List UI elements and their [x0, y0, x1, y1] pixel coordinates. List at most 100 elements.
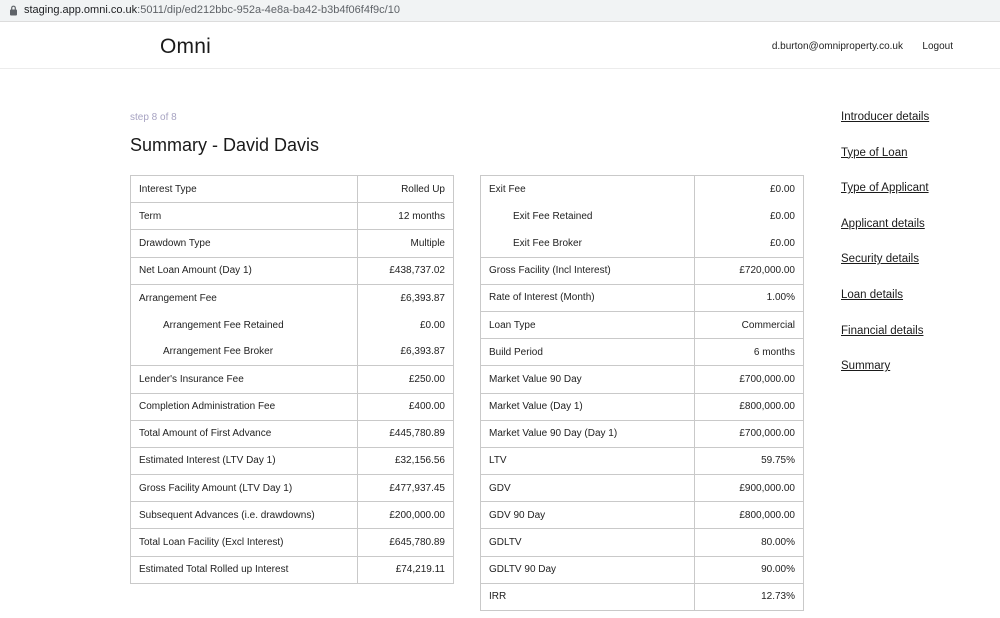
row-label: GDLTV [480, 528, 695, 557]
row-value: £800,000.00 [694, 392, 804, 421]
row-label: Rate of Interest (Month) [480, 283, 695, 312]
row-label: Net Loan Amount (Day 1) [130, 256, 358, 285]
summary-table-left: Interest Type Rolled Up Term 12 months Dra… [130, 174, 454, 584]
row-value: £445,780.89 [357, 419, 454, 448]
url-host: staging.app.omni.co.uk [24, 4, 138, 16]
row-label: Gross Facility (Incl Interest) [480, 256, 695, 285]
row-label: Market Value 90 Day (Day 1) [480, 419, 695, 448]
user-email: d.burton@omniproperty.co.uk [771, 41, 903, 52]
lock-icon [10, 5, 17, 16]
app-header: Omni d.burton@omniproperty.co.uk Logout [0, 23, 1000, 69]
row-label: Gross Facility Amount (LTV Day 1) [130, 474, 358, 503]
row-label: Lender's Insurance Fee [130, 365, 358, 394]
nav-summary[interactable]: Summary [841, 360, 929, 396]
row-value: £6,393.87 [357, 283, 454, 312]
row-label: Arrangement Fee [130, 283, 358, 312]
row-value: £645,780.89 [357, 528, 454, 557]
row-value: £0.00 [357, 311, 454, 339]
table-row: Interest Type Rolled Up [130, 174, 454, 204]
row-label: LTV [480, 446, 695, 476]
row-value: 6 months [694, 338, 804, 367]
browser-address-bar[interactable]: staging.app.omni.co.uk:5011/dip/ed212bbc… [0, 0, 1000, 22]
row-label: Arrangement Fee Broker [130, 338, 358, 367]
table-row: Total Loan Facility (Excl Interest) £645,… [130, 528, 454, 557]
table-row: Loan Type Commercial [480, 310, 804, 340]
table-row: Subsequent Advances (i.e. drawdowns) £200… [130, 501, 454, 530]
url-path: :5011/dip/ed212bbc-952a-4e8a-ba42-b3b4f0… [137, 4, 400, 16]
row-label: Build Period [480, 338, 695, 367]
table-row: Estimated Interest (LTV Day 1) £32,156.56 [130, 446, 454, 476]
nav-security-details[interactable]: Security details [841, 253, 929, 289]
table-row: IRR 12.73% [480, 582, 804, 612]
row-label: GDLTV 90 Day [480, 555, 695, 584]
table-row: Drawdown Type Multiple [130, 229, 454, 258]
row-value: £700,000.00 [694, 419, 804, 448]
nav-loan-details[interactable]: Loan details [841, 289, 929, 325]
row-value: £400.00 [357, 392, 454, 421]
row-value: £0.00 [694, 202, 804, 230]
row-value: £32,156.56 [357, 446, 454, 476]
page-title: Summary - David Davis [130, 135, 320, 155]
row-value: £477,937.45 [357, 474, 454, 503]
row-value: £250.00 [357, 365, 454, 394]
row-value: Rolled Up [357, 174, 454, 204]
table-row: GDLTV 90 Day 90.00% [480, 555, 804, 584]
row-label: Total Loan Facility (Excl Interest) [130, 528, 358, 557]
row-label: Market Value 90 Day [480, 365, 695, 394]
row-label: Exit Fee Broker [480, 229, 695, 258]
nav-applicant-details[interactable]: Applicant details [841, 218, 929, 254]
table-row: Market Value 90 Day (Day 1) £700,000.00 [480, 419, 804, 448]
row-value: £6,393.87 [357, 338, 454, 367]
row-value: £720,000.00 [694, 256, 804, 285]
row-value: 12.73% [694, 582, 804, 612]
logout-link[interactable]: Logout [922, 41, 953, 52]
table-row: GDV 90 Day £800,000.00 [480, 501, 804, 530]
row-label: GDV [480, 474, 695, 503]
omni-logo[interactable]: Omni [160, 35, 211, 59]
nav-type-of-loan[interactable]: Type of Loan [841, 147, 929, 183]
summary-table-right: Exit Fee £0.00 Exit Fee Retained £0.00 Exi… [480, 174, 804, 612]
table-row: Rate of Interest (Month) 1.00% [480, 283, 804, 312]
table-subrow: Exit Fee Retained £0.00 [480, 202, 804, 230]
row-label: Exit Fee [480, 174, 695, 203]
row-label: Total Amount of First Advance [130, 419, 358, 448]
url-text[interactable]: staging.app.omni.co.uk:5011/dip/ed212bbc… [24, 4, 400, 16]
row-value: Multiple [357, 229, 454, 258]
table-row: Net Loan Amount (Day 1) £438,737.02 [130, 256, 454, 285]
nav-financial-details[interactable]: Financial details [841, 325, 929, 361]
step-indicator: step 8 of 8 [130, 112, 177, 123]
row-value: £800,000.00 [694, 501, 804, 530]
row-label: Interest Type [130, 174, 358, 204]
table-row: Term 12 months [130, 202, 454, 231]
table-row: GDLTV 80.00% [480, 528, 804, 557]
table-subrow: Exit Fee Broker £0.00 [480, 229, 804, 258]
row-value: £74,219.11 [357, 555, 454, 584]
row-label: Exit Fee Retained [480, 202, 695, 230]
row-value: 12 months [357, 202, 454, 231]
row-label: Market Value (Day 1) [480, 392, 695, 421]
row-label: Term [130, 202, 358, 231]
row-value: 90.00% [694, 555, 804, 584]
step-navigation: Introducer details Type of Loan Type of … [841, 111, 929, 396]
table-row: GDV £900,000.00 [480, 474, 804, 503]
table-row: Market Value 90 Day £700,000.00 [480, 365, 804, 394]
table-row: Gross Facility (Incl Interest) £720,000.0… [480, 256, 804, 285]
row-value: £0.00 [694, 174, 804, 203]
table-row: Build Period 6 months [480, 338, 804, 367]
row-label: Drawdown Type [130, 229, 358, 258]
row-label: Estimated Total Rolled up Interest [130, 555, 358, 584]
row-label: Loan Type [480, 310, 695, 340]
row-value: 59.75% [694, 446, 804, 476]
row-label: Arrangement Fee Retained [130, 311, 358, 339]
nav-type-of-applicant[interactable]: Type of Applicant [841, 182, 929, 218]
row-label: Completion Administration Fee [130, 392, 358, 421]
row-value: £900,000.00 [694, 474, 804, 503]
table-row: Completion Administration Fee £400.00 [130, 392, 454, 421]
row-label: GDV 90 Day [480, 501, 695, 530]
nav-introducer-details[interactable]: Introducer details [841, 111, 929, 147]
table-row: Gross Facility Amount (LTV Day 1) £477,93… [130, 474, 454, 503]
table-row: Market Value (Day 1) £800,000.00 [480, 392, 804, 421]
table-row: Exit Fee £0.00 [480, 174, 804, 203]
row-value: £0.00 [694, 229, 804, 258]
table-row: Estimated Total Rolled up Interest £74,21… [130, 555, 454, 584]
